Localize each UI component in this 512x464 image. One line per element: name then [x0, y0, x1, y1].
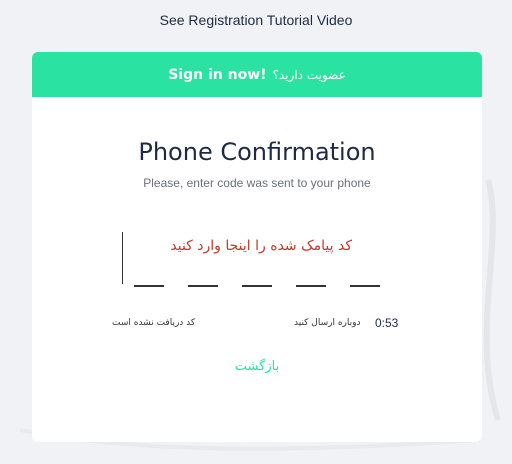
signin-link[interactable]: Sign in now! — [168, 67, 266, 83]
back-link[interactable]: بازگشت — [32, 359, 482, 374]
code-input-group — [134, 285, 384, 289]
membership-question: عضویت دارید؟ — [272, 67, 346, 82]
signin-banner: Sign in now! عضویت دارید؟ — [32, 52, 482, 97]
code-digit-5[interactable] — [350, 285, 380, 287]
resend-code-link[interactable]: دوباره ارسال کنید — [294, 318, 361, 328]
code-digit-3[interactable] — [242, 285, 272, 287]
code-not-received-link[interactable]: کد دریافت نشده است — [112, 318, 195, 328]
code-digit-2[interactable] — [188, 285, 218, 287]
resend-timer: 0:53 — [375, 316, 399, 330]
page-title: Phone Confirmation — [138, 138, 376, 166]
code-hint-text: کد پیامک شده را اینجا وارد کنید — [170, 238, 352, 254]
text-cursor — [122, 232, 123, 284]
registration-tutorial-link[interactable]: See Registration Tutorial Video — [0, 12, 512, 28]
code-digit-4[interactable] — [296, 285, 326, 287]
code-digit-1[interactable] — [134, 285, 164, 287]
page-subtitle: Please, enter code was sent to your phon… — [143, 176, 371, 190]
confirmation-card: Sign in now! عضویت دارید؟ Phone Confirma… — [32, 52, 482, 442]
